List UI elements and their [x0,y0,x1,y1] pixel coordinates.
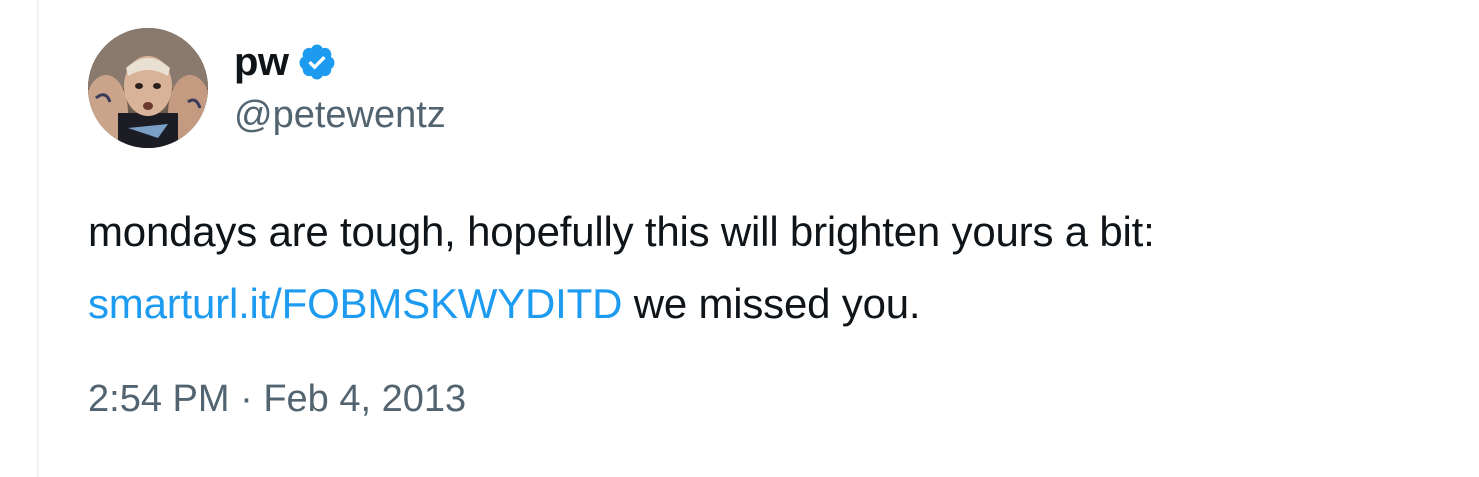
tweet-text-line1: mondays are tough, hopefully this will b… [88,208,1155,255]
avatar-photo [88,28,208,148]
verified-badge-icon[interactable] [297,42,337,82]
author-names: pw @petewentz [234,38,446,137]
thread-divider [37,0,39,477]
name-row: pw [234,38,446,86]
tweet: pw @petewentz mondays are tough, hopeful… [88,28,1468,421]
meta-separator: · [240,378,253,420]
tweet-time[interactable]: 2:54 PM [88,378,230,420]
display-name[interactable]: pw [234,40,289,85]
tweet-header: pw @petewentz [88,28,1468,148]
tweet-text: mondays are tough, hopefully this will b… [88,196,1468,340]
avatar[interactable] [88,28,208,148]
tweet-meta: 2:54 PM · Feb 4, 2013 [88,378,1468,421]
tweet-link[interactable]: smarturl.it/FOBMSKWYDITD [88,280,622,327]
handle[interactable]: @petewentz [234,94,446,137]
tweet-date[interactable]: Feb 4, 2013 [263,378,466,420]
tweet-text-line2: smarturl.it/FOBMSKWYDITD we missed you. [88,268,1468,340]
tweet-text-after-link: we missed you. [633,280,921,327]
